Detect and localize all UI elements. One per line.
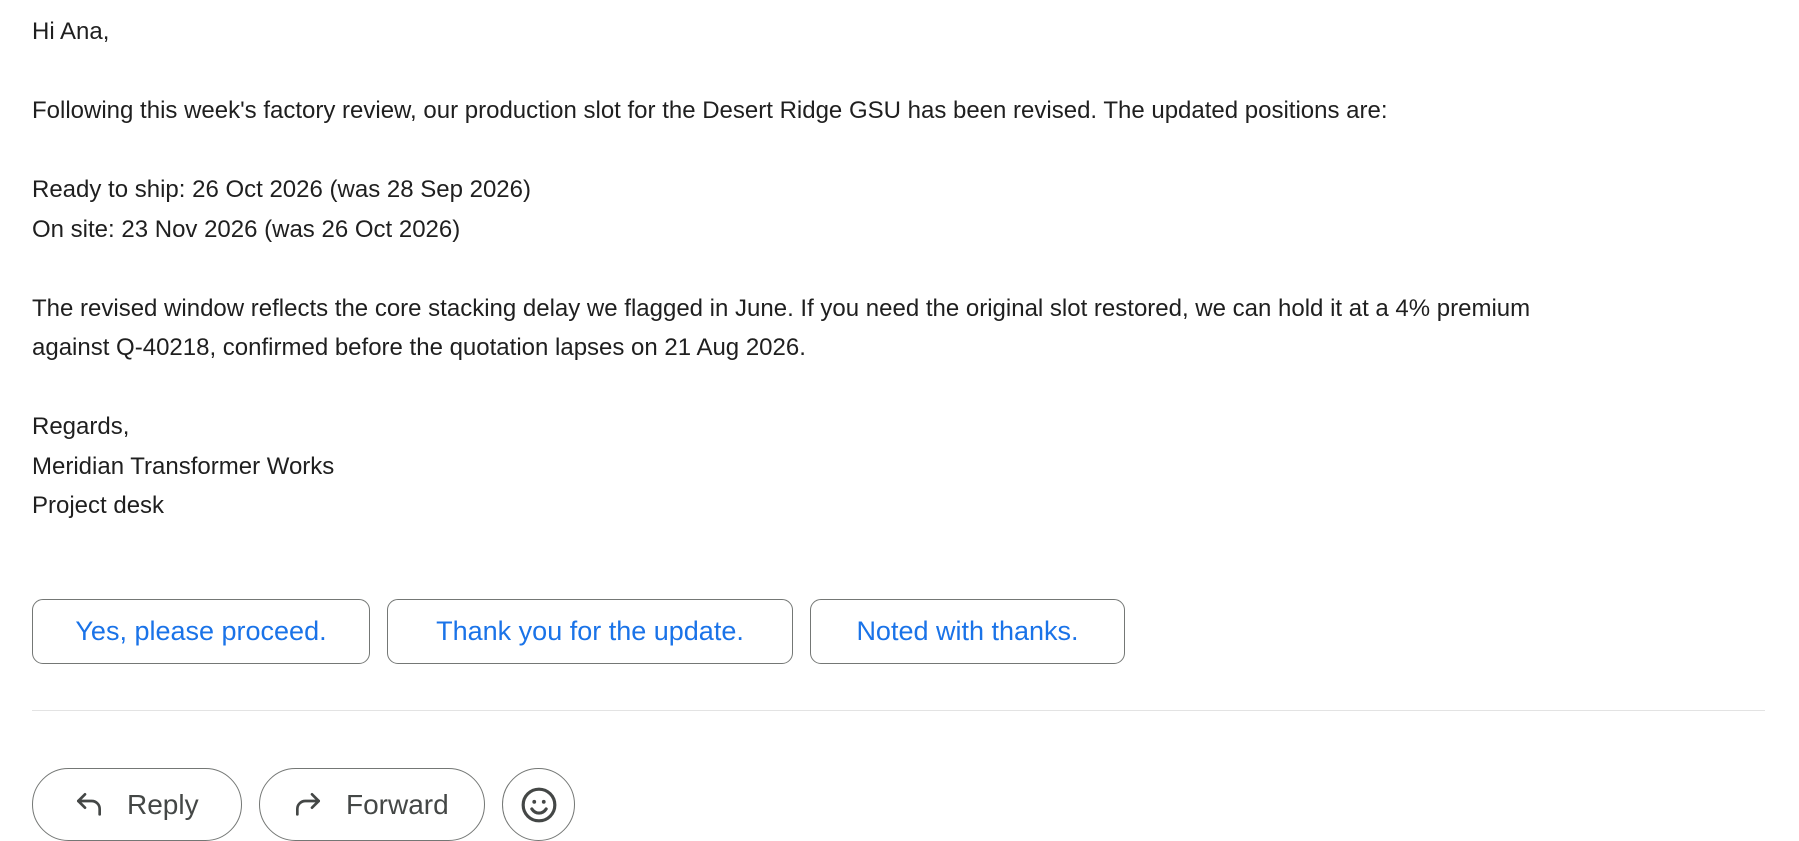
smiley-face-icon [520,786,558,824]
reply-label: Reply [127,788,199,820]
sender-department: Project desk [32,492,165,519]
message-actions: Reply Forward [32,768,575,841]
greeting: Hi Ana, [32,18,110,45]
email-body: Hi Ana, Following this week's factory re… [32,12,1752,526]
divider [32,710,1765,711]
smart-reply-noted[interactable]: Noted with thanks. [810,599,1125,664]
smart-reply-bar: Yes, please proceed. Thank you for the u… [32,599,1125,664]
intro-paragraph: Following this week's factory review, ou… [32,97,1388,124]
reply-arrow-icon [71,787,107,823]
forward-button[interactable]: Forward [259,768,485,841]
forward-arrow-icon [290,787,326,823]
signoff: Regards, [32,413,130,440]
explanation-line-2: against Q-40218, confirmed before the qu… [32,334,806,361]
on-site-line: On site: 23 Nov 2026 (was 26 Oct 2026) [32,215,461,243]
emoji-reaction-button[interactable] [502,768,575,841]
smart-reply-proceed[interactable]: Yes, please proceed. [32,599,370,664]
forward-label: Forward [346,788,449,820]
ready-to-ship-line: Ready to ship: 26 Oct 2026 (was 28 Sep 2… [32,176,531,203]
explanation-line-1: The revised window reflects the core sta… [32,294,1531,322]
reply-button[interactable]: Reply [32,768,242,841]
sender-company: Meridian Transformer Works [32,452,335,480]
smart-reply-thanks-update[interactable]: Thank you for the update. [387,599,793,664]
